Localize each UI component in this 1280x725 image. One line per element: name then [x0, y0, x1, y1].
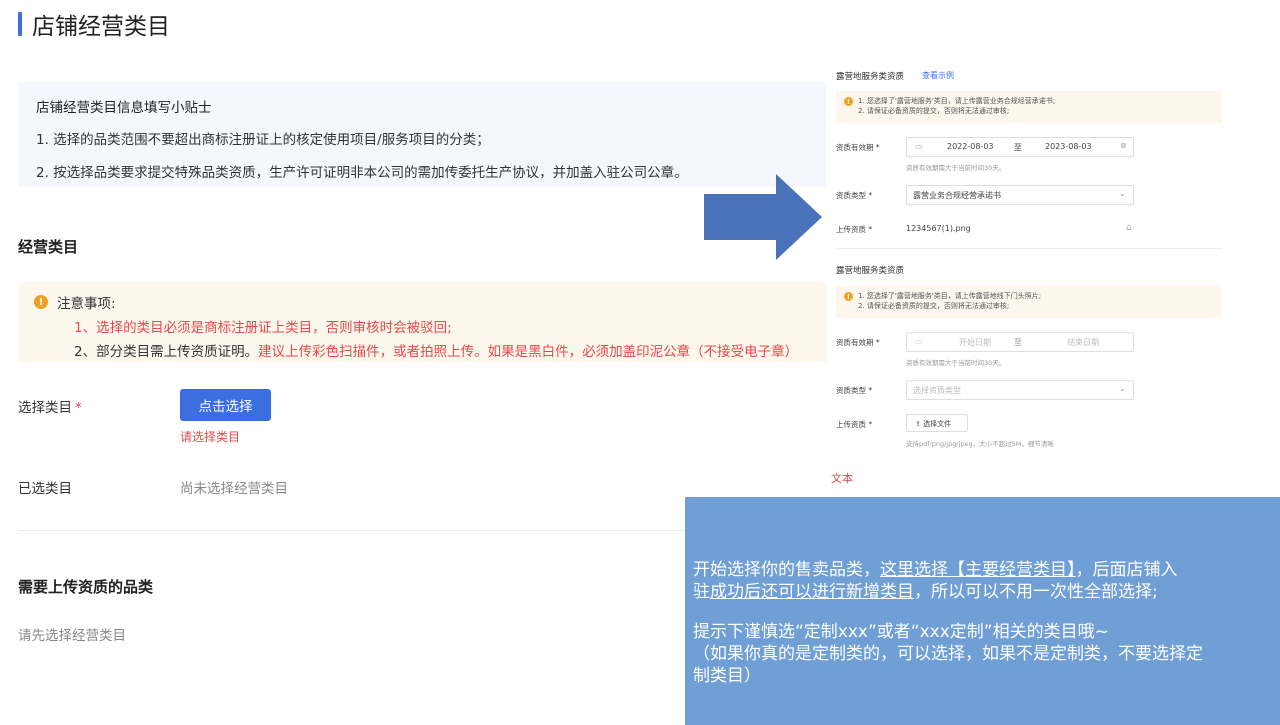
- block2-warning: ! 1. 您选择了'露营地服务'类目，请上传露营地线下门头照片; 2. 请保证必…: [836, 286, 1222, 318]
- block1-warning-icon: !: [844, 97, 853, 106]
- block1-warn-1: 1. 您选择了'露营地服务'类目，请上传露营业务合规经营承诺书;: [858, 97, 1056, 105]
- block1-type-label: 资质类型 *: [836, 191, 873, 200]
- tips-line-1: 1. 选择的品类范围不要超出商标注册证上的核定使用项目/服务项目的分类；: [36, 132, 490, 148]
- overlay-line-2: 驻成功后还可以进行新增类目，所以可以不用一次性全部选择;: [693, 581, 1272, 603]
- page-title-bar: 店铺经营类目: [18, 10, 170, 40]
- tips-title: 店铺经营类目信息填写小贴士: [36, 100, 212, 116]
- overlay-line-2a: 驻: [693, 582, 710, 602]
- block1-type-value: 露营业务合规经营承诺书: [913, 191, 1001, 200]
- block2-type-placeholder: 选择资质类型: [913, 386, 961, 395]
- choose-file-button[interactable]: ⇪ 选择文件: [906, 414, 968, 432]
- block1-type-select[interactable]: 露营业务合规经营承诺书 ⌄: [906, 185, 1134, 205]
- calendar-icon: ▭: [915, 337, 923, 346]
- block1-upload-label: 上传资质 *: [836, 225, 873, 234]
- overlay-line-4: （如果你真的是定制类的，可以选择，如果不是定制类，不要选择定: [693, 644, 1203, 664]
- block2-validity-hint: 资质有效期需大于当前时间30天。: [906, 359, 1006, 367]
- block2-upload-label: 上传资质 *: [836, 420, 873, 429]
- overlay-line-5: 制类目）: [693, 666, 761, 686]
- instruction-overlay: 开始选择你的售卖品类，这里选择【主要经营类目】，后面店铺入 驻成功后还可以进行新…: [685, 497, 1280, 725]
- block1-date-range[interactable]: ▭ 2022-08-03 至 2023-08-03 ⊗: [906, 137, 1134, 157]
- delete-icon[interactable]: ⌂: [1126, 223, 1132, 233]
- block2-type-select[interactable]: 选择资质类型 ⌄: [906, 380, 1134, 400]
- notice-line-2: 2、部分类目需上传资质证明。建议上传彩色扫描件，或者拍照上传。如果是黑白件，必须…: [74, 340, 810, 360]
- overlay-line-2c: ，所以可以不用一次性全部选择;: [914, 582, 1158, 602]
- notice-line-2b: 建议上传彩色扫描件，或者拍照上传。如果是黑白件，必须加盖印泥公章（不接受电子章）: [258, 344, 799, 360]
- block2-warning-icon: !: [844, 292, 853, 301]
- overlay-gap: [693, 603, 1272, 621]
- page-title: 店铺经营类目: [32, 14, 170, 40]
- required-mark: *: [75, 400, 82, 416]
- qualification-heading: 需要上传资质的品类: [18, 578, 154, 596]
- select-category-label: 选择类目 *: [18, 396, 82, 416]
- overlay-line-1c: ，后面店铺入: [1075, 560, 1178, 580]
- block2-type-label: 资质类型 *: [836, 386, 873, 395]
- block1-date-end: 2023-08-03: [1045, 142, 1092, 151]
- block2-date-sep: 至: [1014, 338, 1022, 347]
- block2-warn-2: 2. 请保证必备资质的提交，否则将无法通过审核;: [858, 302, 1010, 310]
- block1-warning: ! 1. 您选择了'露营地服务'类目，请上传露营业务合规经营承诺书; 2. 请保…: [836, 91, 1222, 123]
- note-text: 文本: [831, 472, 853, 485]
- block2-title: 露营地服务类资质: [836, 266, 905, 276]
- upload-icon: ⇪: [915, 420, 924, 428]
- block2-date-range[interactable]: ▭ 开始日期 至 结束日期: [906, 332, 1134, 352]
- notice-title: 注意事项:: [57, 296, 116, 312]
- notice-box: ! 注意事项: 1、选择的类目必须是商标注册证上类目，否则审核时会被驳回; 2、…: [18, 282, 826, 362]
- notice-line-1: 1、选择的类目必须是商标注册证上类目，否则审核时会被驳回;: [74, 320, 452, 336]
- block1-title: 露营地服务类资质: [836, 72, 905, 82]
- overlay-line-1a: 开始选择你的售卖品类，: [693, 560, 880, 580]
- category-heading: 经营类目: [18, 238, 79, 256]
- block2-validity-label: 资质有效期 *: [836, 338, 880, 347]
- block1-warn-2: 2. 请保证必备资质的提交，否则将无法通过审核;: [858, 107, 1010, 115]
- block1-upload-file: 1234567(1).png: [906, 224, 971, 233]
- overlay-line-1b: 这里选择【主要经营类目】: [880, 560, 1076, 580]
- chevron-down-icon: ⌄: [1119, 384, 1126, 393]
- block2-date-start-ph: 开始日期: [959, 338, 991, 347]
- title-accent-bar: [18, 12, 22, 36]
- block2-warn-1: 1. 您选择了'露营地服务'类目，请上传露营地线下门头照片;: [858, 292, 1042, 300]
- selected-category-label: 已选类目: [18, 481, 72, 497]
- overlay-line-1: 开始选择你的售卖品类，这里选择【主要经营类目】，后面店铺入: [693, 559, 1272, 581]
- chevron-down-icon: ⌄: [1119, 189, 1126, 198]
- select-category-label-text: 选择类目: [18, 400, 72, 416]
- select-category-error: 请选择类目: [180, 430, 241, 444]
- notice-header: ! 注意事项:: [34, 292, 810, 312]
- choose-file-label: 选择文件: [923, 420, 952, 428]
- block1-date-start: 2022-08-03: [947, 142, 994, 151]
- block-divider: [836, 248, 1222, 249]
- block2-date-end-ph: 结束日期: [1067, 338, 1099, 347]
- qualification-example-panel: 露营地服务类资质 查看示例 ! 1. 您选择了'露营地服务'类目，请上传露营业务…: [826, 58, 1226, 498]
- notice-line-2a: 2、部分类目需上传资质证明。: [74, 344, 259, 360]
- clear-icon[interactable]: ⊗: [1120, 141, 1127, 150]
- block1-validity-label: 资质有效期 *: [836, 143, 880, 152]
- view-example-link[interactable]: 查看示例: [922, 70, 954, 81]
- block1-validity-hint: 资质有效期需大于当前时间30天。: [906, 164, 1006, 172]
- qualification-empty: 请先选择经营类目: [18, 628, 126, 644]
- warning-icon: !: [34, 295, 48, 309]
- selected-category-empty: 尚未选择经营类目: [180, 481, 288, 497]
- arrow-right-icon: [704, 174, 822, 260]
- tips-line-2: 2. 按选择品类要求提交特殊品类资质，生产许可证明非本公司的需加传委托生产协议，…: [36, 165, 688, 181]
- select-category-button[interactable]: 点击选择: [180, 389, 271, 421]
- calendar-icon: ▭: [915, 142, 923, 151]
- overlay-line-3: 提示下谨慎选“定制xxx”或者“xxx定制”相关的类目哦~: [693, 622, 1109, 642]
- overlay-line-2b: 成功后还可以进行新增类目: [710, 582, 914, 602]
- block2-upload-hint: 支持pdf/png/jpg/jpeg，大小不超过5M，细节清晰: [906, 440, 1054, 448]
- block1-date-sep: 至: [1014, 143, 1022, 152]
